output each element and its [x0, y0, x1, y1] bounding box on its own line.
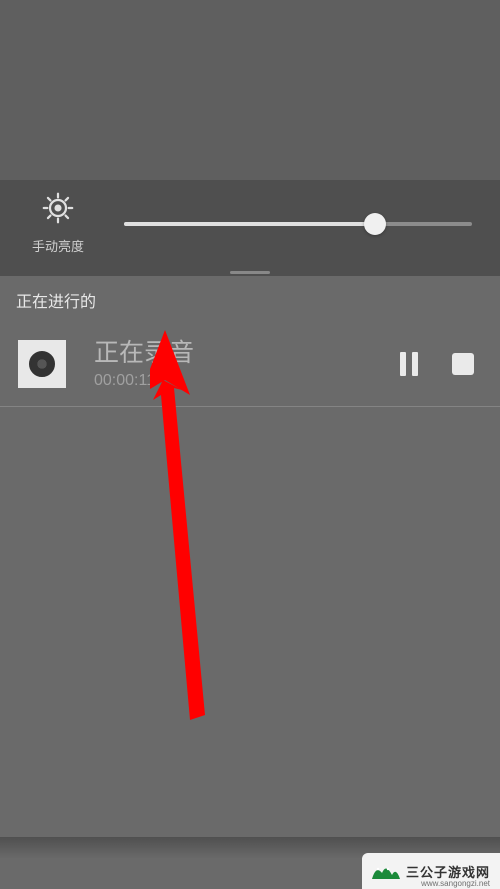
watermark-url: www.sangongzi.net [421, 879, 490, 888]
stop-button[interactable] [452, 353, 474, 375]
recorder-app-icon [18, 340, 66, 388]
brightness-panel: 手动亮度 [0, 180, 500, 270]
brightness-label: 手动亮度 [32, 236, 84, 255]
recording-notification[interactable]: 正在录音 00:00:11 [0, 322, 500, 407]
brightness-toggle[interactable]: 手动亮度 [22, 190, 94, 255]
brightness-slider[interactable] [94, 206, 478, 242]
ongoing-header: 正在进行的 [0, 276, 500, 322]
brightness-icon [40, 190, 76, 226]
background-blur-area [0, 0, 500, 180]
notification-text: 正在录音 00:00:11 [66, 338, 400, 390]
notification-timer: 00:00:11 [94, 372, 400, 390]
pause-button[interactable] [400, 352, 418, 376]
slider-thumb[interactable] [364, 213, 386, 235]
watermark-logo-icon [370, 859, 400, 883]
notification-title: 正在录音 [94, 338, 400, 368]
watermark: 三公子游戏网 www.sangongzi.net [362, 853, 500, 889]
watermark-brand: 三公子游戏网 [406, 862, 490, 881]
